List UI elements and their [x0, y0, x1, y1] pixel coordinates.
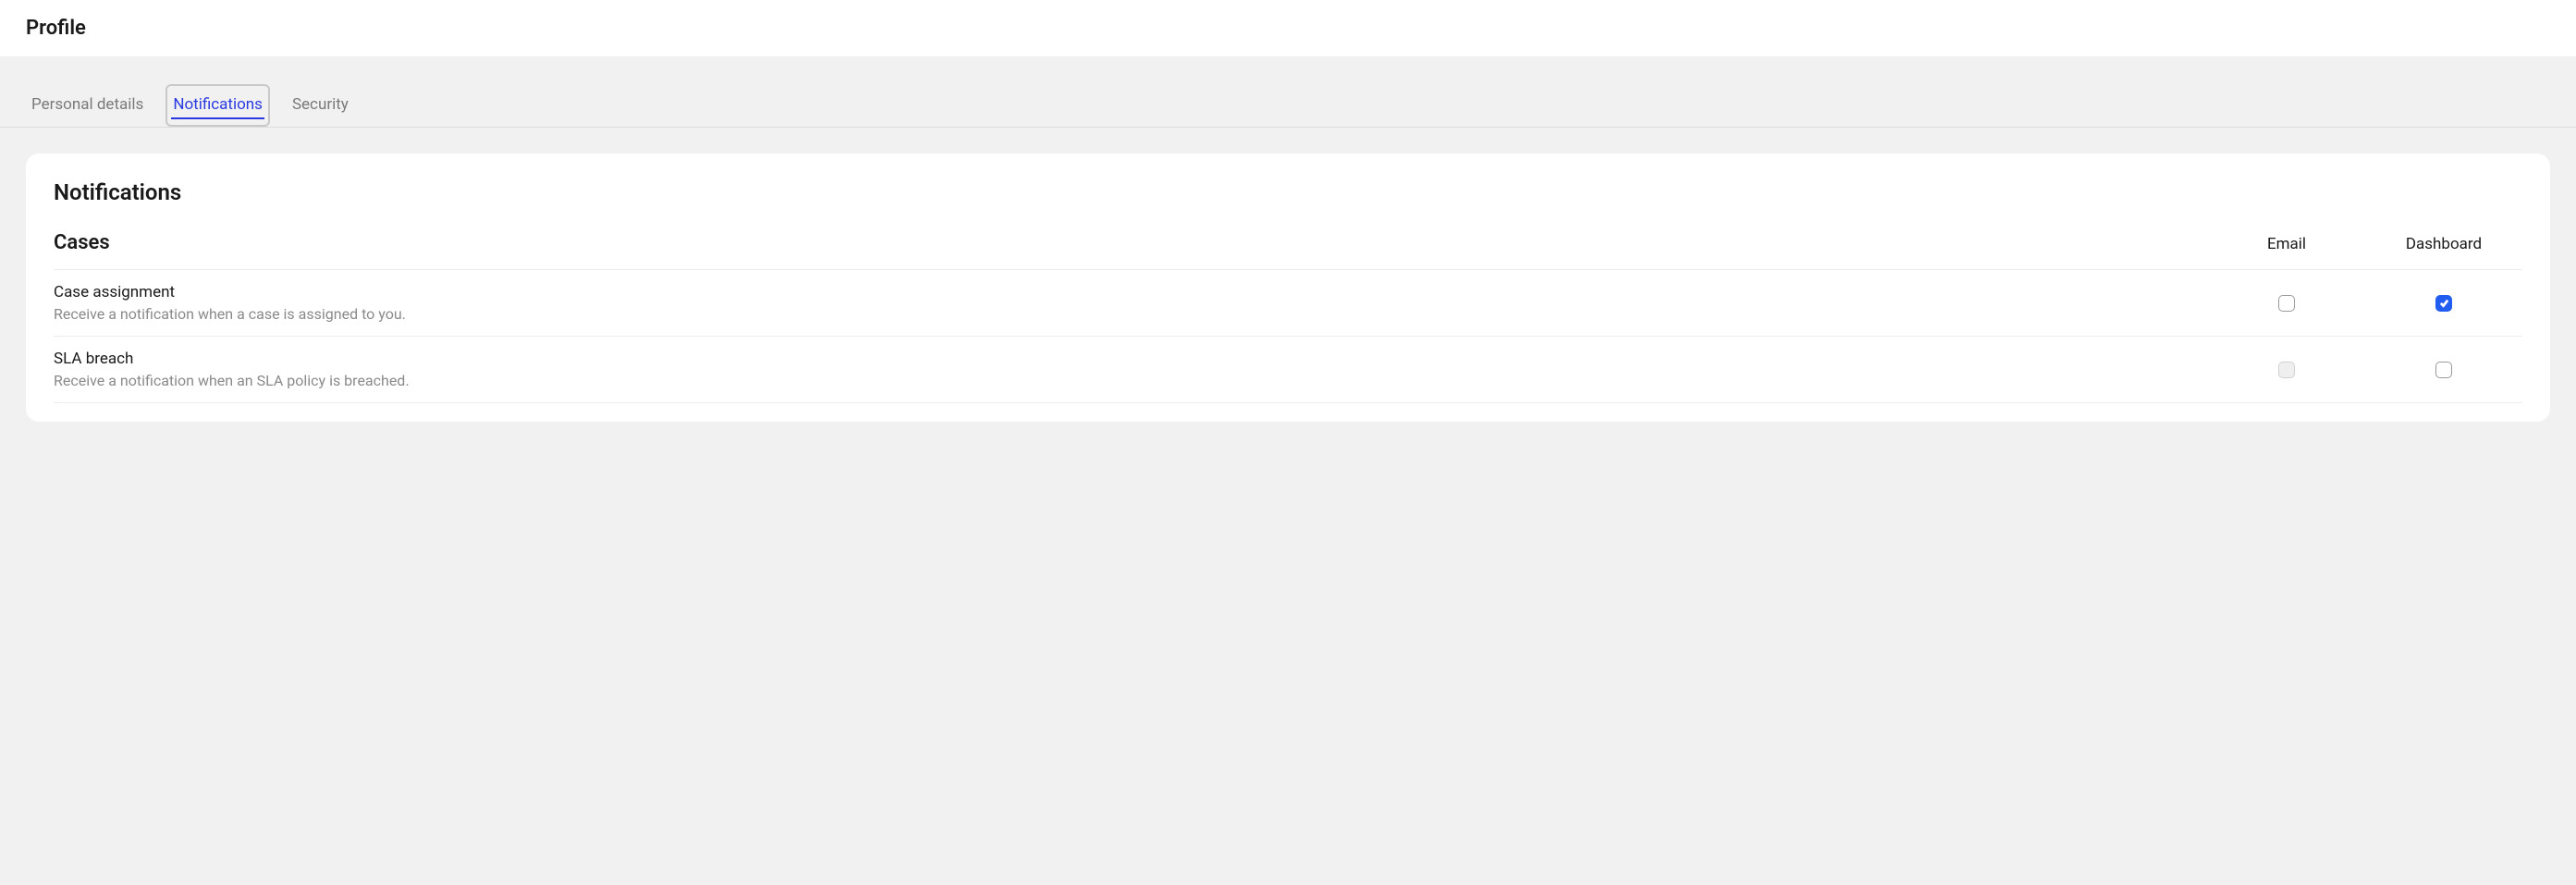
column-header-email: Email: [2208, 235, 2365, 253]
checkbox-sla-breach-email: [2278, 362, 2295, 378]
content-area: Personal details Notifications Security …: [0, 56, 2576, 885]
tabs: Personal details Notifications Security: [0, 56, 2576, 128]
section-title: Cases: [54, 231, 2208, 254]
pref-cell-email: [2208, 295, 2365, 312]
notifications-card: Notifications Cases Email Dashboard Case…: [26, 154, 2550, 422]
pref-cell-dashboard: [2365, 295, 2522, 312]
column-header-dashboard: Dashboard: [2365, 235, 2522, 253]
pref-cell-email: [2208, 362, 2365, 378]
card-title: Notifications: [54, 179, 2522, 205]
checkbox-case-assignment-dashboard[interactable]: [2435, 295, 2452, 312]
pref-text: SLA breach Receive a notification when a…: [54, 350, 2208, 389]
pref-row-sla-breach: SLA breach Receive a notification when a…: [54, 337, 2522, 403]
pref-title: SLA breach: [54, 350, 2208, 368]
pref-text: Case assignment Receive a notification w…: [54, 283, 2208, 323]
checkbox-case-assignment-email[interactable]: [2278, 295, 2295, 312]
page-header: Profile: [0, 0, 2576, 56]
pref-title: Case assignment: [54, 283, 2208, 301]
pref-description: Receive a notification when a case is as…: [54, 305, 2208, 323]
tab-notifications[interactable]: Notifications: [166, 84, 270, 127]
tab-personal-details[interactable]: Personal details: [26, 84, 149, 127]
pref-row-case-assignment: Case assignment Receive a notification w…: [54, 270, 2522, 337]
check-icon: [2439, 298, 2449, 308]
tab-security[interactable]: Security: [287, 84, 354, 127]
checkbox-sla-breach-dashboard[interactable]: [2435, 362, 2452, 378]
pref-cell-dashboard: [2365, 362, 2522, 378]
section-header-row: Cases Email Dashboard: [54, 231, 2522, 270]
pref-description: Receive a notification when an SLA polic…: [54, 372, 2208, 389]
page-title: Profile: [26, 17, 2550, 40]
